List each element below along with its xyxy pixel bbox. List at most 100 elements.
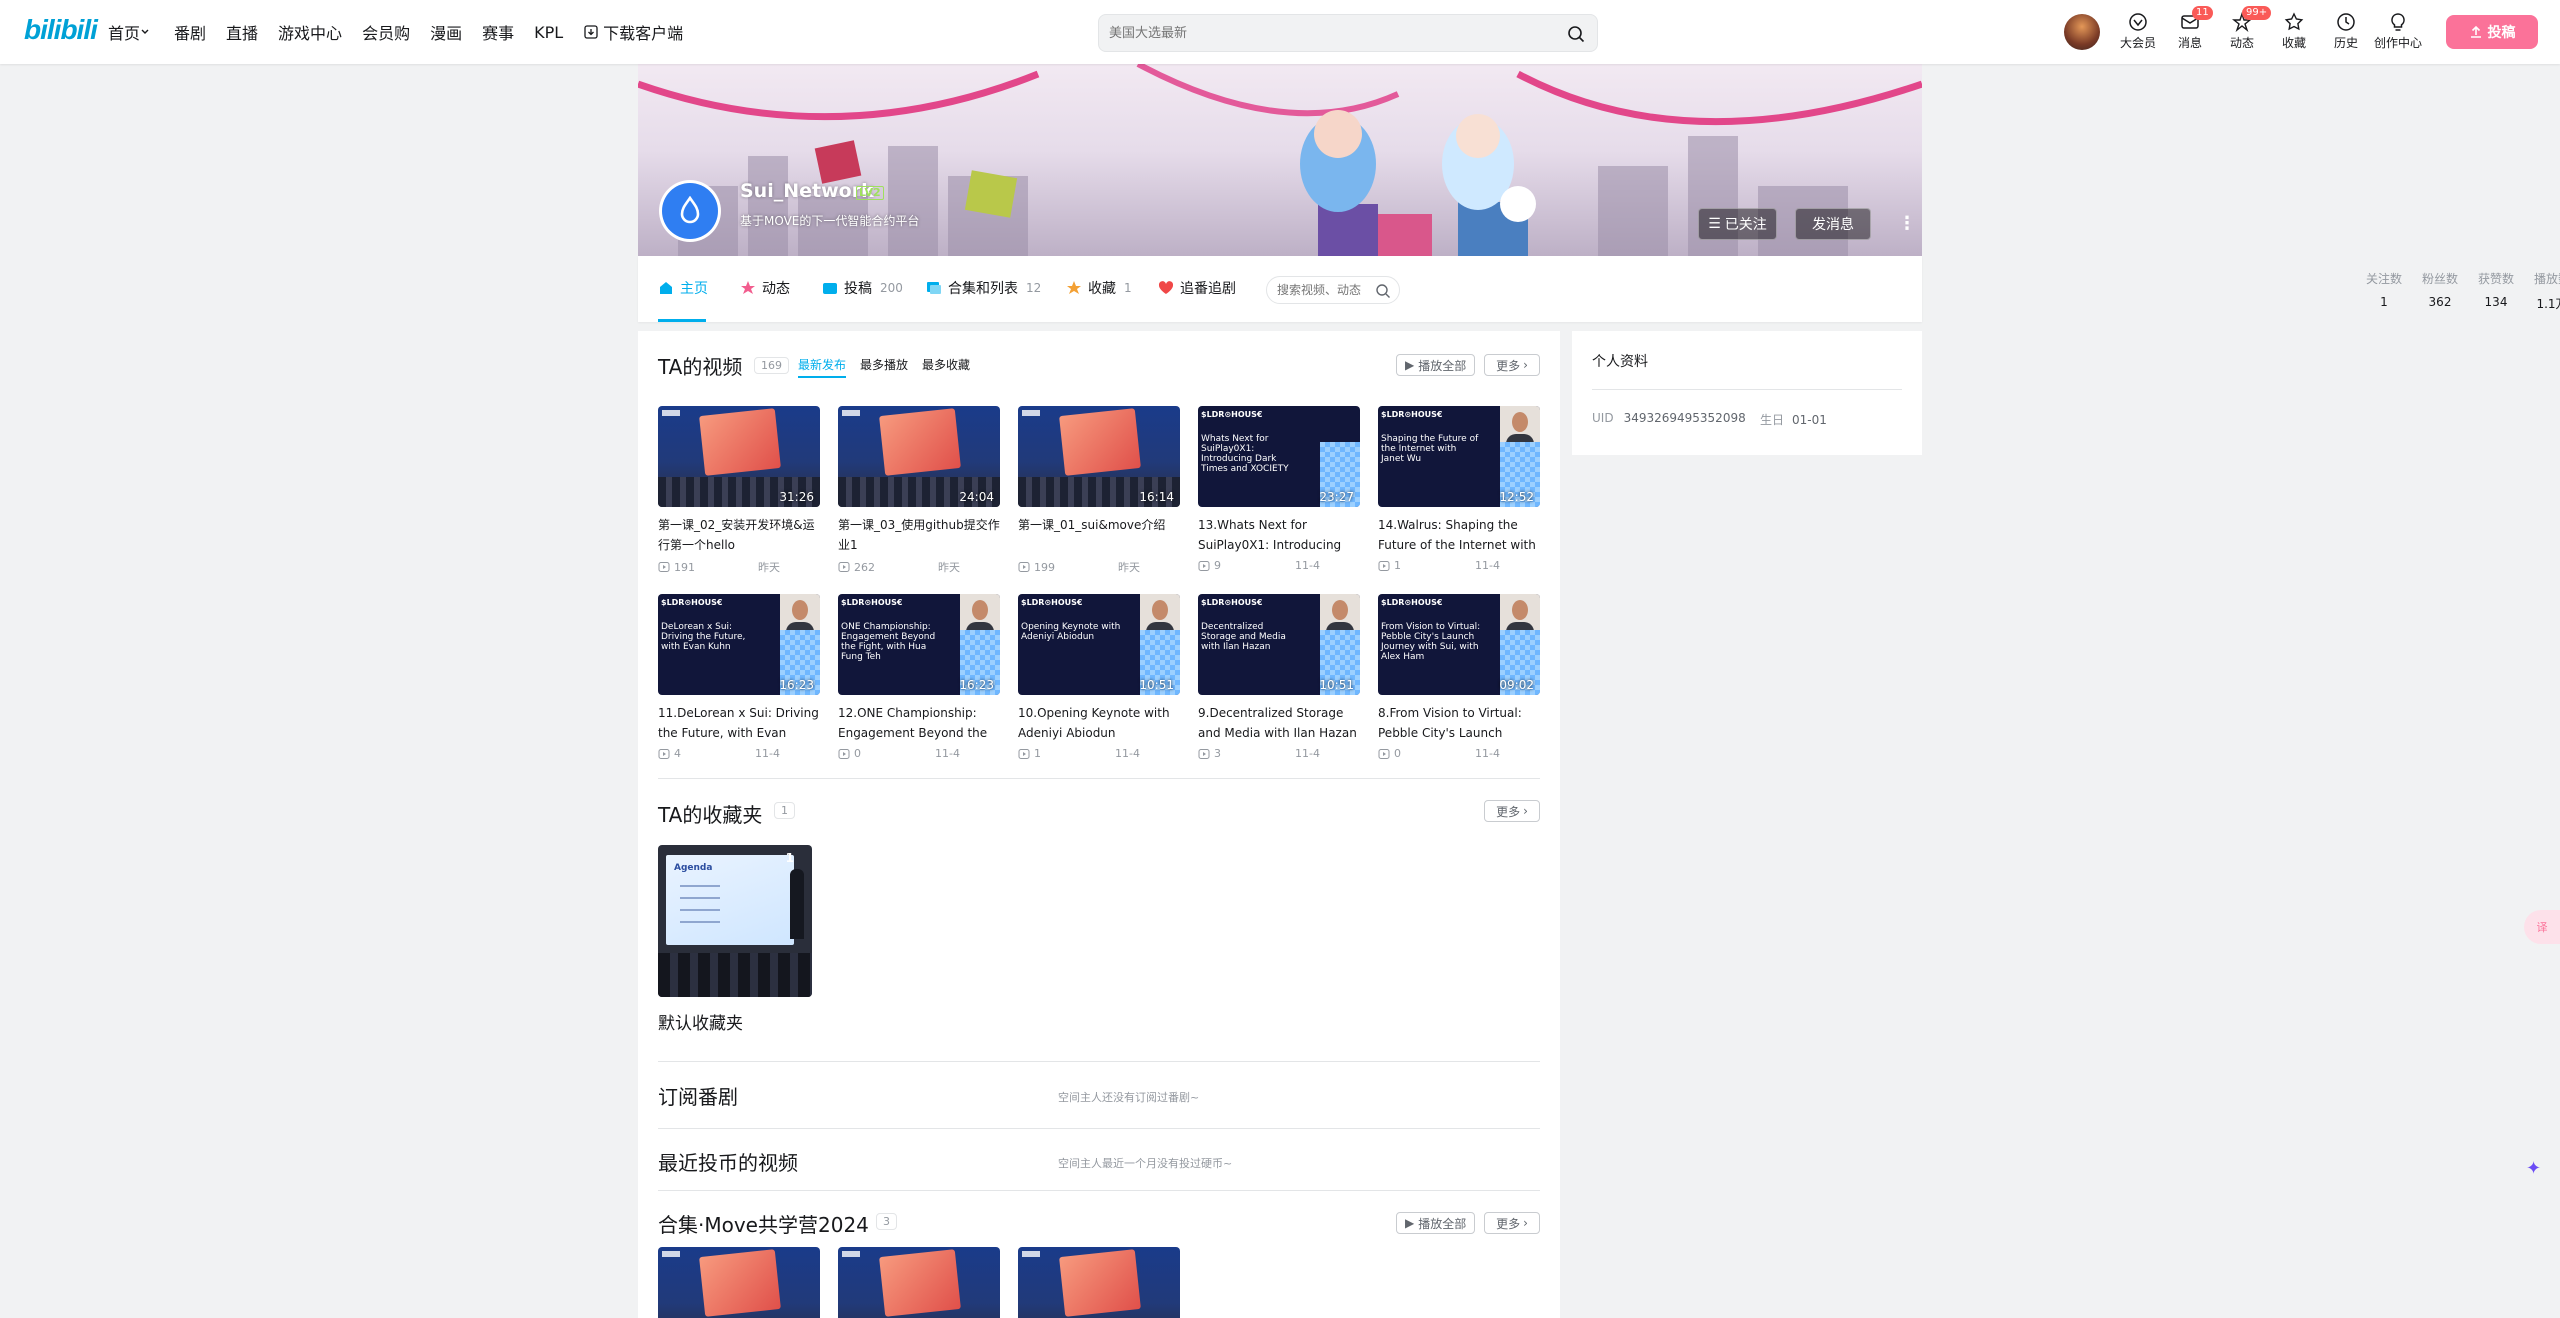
video-card[interactable]: $LDR⊙HOUS€ ONE Championship: Engagement B… [838,594,1000,760]
video-card[interactable]: $LDR⊙HOUS€ From Vision to Virtual: Pebble… [1378,594,1540,760]
play-count: 4 [674,747,681,760]
sort-most-favorited[interactable]: 最多收藏 [922,356,970,373]
video-card[interactable]: 16:14 第一课_01_sui&move介绍 199 昨天 [1018,406,1180,575]
video-card[interactable]: $LDR⊙HOUS€ DeLorean x Sui: Driving the Fu… [658,594,820,760]
video-title[interactable]: 第一课_01_sui&move介绍 [1018,515,1180,555]
history-button[interactable]: 历史 [2320,8,2372,51]
videos-more-button[interactable]: 更多 › [1484,354,1540,376]
more-options-icon[interactable]: ⋮ [1898,210,1916,238]
video-duration: 31:26 [779,490,814,504]
video-thumbnail [838,1247,1000,1318]
nav-bangumi[interactable]: 番剧 [174,20,206,44]
uid-value[interactable]: 3493269495352098 [1624,411,1746,425]
upload-button[interactable]: 投稿 [2446,15,2538,49]
tab-favorites[interactable]: 收藏 1 [1066,278,1132,298]
video-title[interactable]: 第一课_03_使用github提交作业1 [838,515,1000,555]
play-count: 191 [674,560,695,574]
search-icon[interactable] [1375,283,1391,299]
followed-button[interactable]: ☰ 已关注 [1698,208,1777,240]
video-card[interactable]: 31:26 第一课_02_安装开发环境&运行第一个hello 191 昨天 [658,406,820,575]
sort-latest[interactable]: 最新发布 [798,356,846,373]
profile-avatar[interactable] [659,180,721,242]
favorite-folder-cover[interactable]: Agenda 1 [658,845,812,997]
tab-bangumi[interactable]: 追番追剧 [1158,278,1236,298]
play-count-icon [1018,562,1030,572]
video-title[interactable]: 10.Opening Keynote with Adeniyi Abiodun [1018,703,1180,743]
star-icon [2284,12,2304,31]
main-nav: 首页 番剧 直播 游戏中心 会员购 漫画 赛事 KPL 下载客户端 [108,0,703,64]
send-message-button[interactable]: 发消息 [1795,208,1871,240]
video-duration: 16:23 [779,678,814,692]
nav-kpl[interactable]: KPL [534,23,563,42]
creator-center-button[interactable]: 创作中心 [2372,8,2424,51]
assistant-float-icon[interactable]: ✦ [2526,1158,2541,1179]
video-title[interactable]: 12.ONE Championship: Engagement Beyond t… [838,703,1000,743]
nav-manga[interactable]: 漫画 [430,20,462,44]
video-meta: 1 11-4 [1378,559,1540,572]
slide-image: Agenda [666,855,794,945]
vip-button[interactable]: 大会员 [2112,8,2164,51]
main-content: TA的视频 169 最新发布 最多播放 最多收藏 ▶ 播放全部 更多 › 31:26… [638,331,1560,1318]
play-icon: ▶ [1405,1216,1415,1230]
collection-more-button[interactable]: 更多 › [1484,1212,1540,1234]
video-title[interactable]: 8.From Vision to Virtual: Pebble City's … [1378,703,1540,743]
nav-esports[interactable]: 赛事 [482,20,514,44]
stat-following[interactable]: 关注数 1 [2356,270,2412,312]
nav-mall[interactable]: 会员购 [362,20,410,44]
favorites-more-button[interactable]: 更多 › [1484,800,1540,822]
collection-video-card[interactable] [658,1247,820,1318]
nav-home[interactable]: 首页 [108,20,154,44]
divider [658,1128,1540,1129]
video-card[interactable]: $LDR⊙HOUS€ Shaping the Future of the Inte… [1378,406,1540,572]
birthday-value: 01-01 [1792,413,1827,427]
video-title[interactable]: 9.Decentralized Storage and Media with I… [1198,703,1360,743]
profile-signature: 基于MOVE的下一代智能合约平台 [740,214,920,228]
tab-home[interactable]: 主页 [658,278,708,298]
play-count: 262 [854,560,875,574]
video-title[interactable]: 第一课_02_安装开发环境&运行第一个hello [658,515,820,555]
thumbnail-text: Whats Next for SuiPlay0X1: Introducing D… [1201,434,1289,474]
bangumi-section-title: 订阅番剧 [658,1085,738,1109]
nav-live[interactable]: 直播 [226,20,258,44]
thumbnail-brand: $LDR⊙HOUS€ [841,598,903,607]
thumbnail-text: Decentralized Storage and Media with Ila… [1201,622,1286,652]
search-icon[interactable] [1567,25,1585,43]
nav-download-client[interactable]: 下载客户端 [583,20,683,44]
video-title[interactable]: 13.Whats Next for SuiPlay0X1: Introducin… [1198,515,1360,555]
nav-game-center[interactable]: 游戏中心 [278,20,342,44]
user-avatar[interactable] [2064,14,2100,50]
dynamic-tab-icon [741,281,755,294]
space-search-input[interactable] [1277,277,1375,303]
play-all-button[interactable]: ▶ 播放全部 [1396,354,1476,376]
video-thumbnail: 24:04 [838,406,1000,507]
video-card[interactable]: $LDR⊙HOUS€ Decentralized Storage and Medi… [1198,594,1360,760]
collection-play-all-button[interactable]: ▶ 播放全部 [1396,1212,1476,1234]
video-tab-icon [823,283,837,294]
folder-item-count: 1 [785,851,794,865]
favorites-button[interactable]: 收藏 [2268,8,2320,51]
sui-drop-icon [680,196,700,224]
tab-dynamic[interactable]: 动态 [740,278,790,298]
upload-icon [2470,25,2481,38]
translate-float-button[interactable]: 译 [2524,910,2560,944]
video-duration: 16:23 [959,678,994,692]
message-button[interactable]: 11 消息 [2164,6,2216,51]
collection-video-card[interactable] [838,1247,1000,1318]
search-input[interactable] [1109,15,1549,51]
bilibili-logo[interactable]: bilibili [24,14,98,46]
sort-most-played[interactable]: 最多播放 [860,356,908,373]
video-meta: 4 11-4 [658,747,820,760]
favorite-folder-name[interactable]: 默认收藏夹 [658,1009,743,1034]
tab-uploads[interactable]: 投稿 200 [822,278,903,298]
play-count: 0 [1394,747,1401,760]
tab-collections[interactable]: 合集和列表 12 [926,278,1041,298]
collection-video-card[interactable] [1018,1247,1180,1318]
stat-fans[interactable]: 粉丝数 362 [2412,270,2468,312]
video-card[interactable]: $LDR⊙HOUS€ Opening Keynote with Adeniyi A… [1018,594,1180,760]
video-title[interactable]: 14.Walrus: Shaping the Future of the Int… [1378,515,1540,555]
video-card[interactable]: $LDR⊙HOUS€ Whats Next for SuiPlay0X1: Int… [1198,406,1360,572]
video-title[interactable]: 11.DeLorean x Sui: Driving the Future, w… [658,703,820,743]
publish-date: 11-4 [1115,747,1140,760]
video-card[interactable]: 24:04 第一课_03_使用github提交作业1 262 昨天 [838,406,1000,575]
dynamic-button[interactable]: 99+ 动态 [2216,6,2272,51]
